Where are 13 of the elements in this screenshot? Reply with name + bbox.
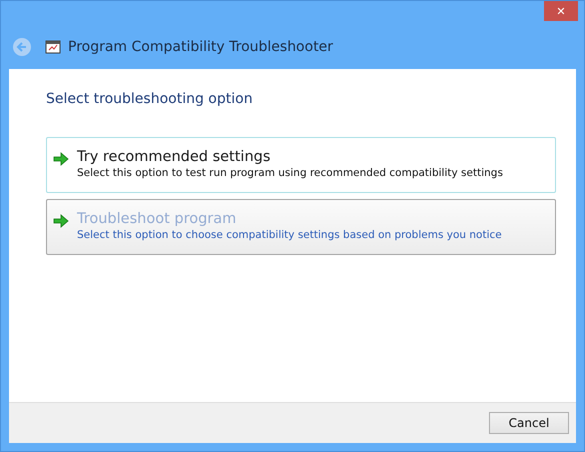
close-button[interactable]: ✕ xyxy=(544,1,578,21)
option-button[interactable]: Troubleshoot program Select this option to choose compatibility settings based on problems you notice xyxy=(46,199,556,255)
option-description: Select this option to choose compatibility settings based on problems you notice xyxy=(77,229,502,241)
arrow-icon xyxy=(53,214,69,228)
option-description: Select this option to test run program using recommended compatibility settings xyxy=(77,167,503,179)
window-title: Program Compatibility Troubleshooter xyxy=(68,39,334,55)
program-icon xyxy=(45,39,61,55)
arrow-icon xyxy=(53,152,69,166)
option-title: Troubleshoot program xyxy=(77,211,238,227)
option-button[interactable]: Try recommended settings Select this option to test run program using recommended compatibility settings xyxy=(46,137,556,193)
page-heading: Select troubleshooting option xyxy=(46,91,254,107)
cancel-button[interactable]: Cancel xyxy=(489,412,569,434)
option-title: Try recommended settings xyxy=(77,149,272,165)
